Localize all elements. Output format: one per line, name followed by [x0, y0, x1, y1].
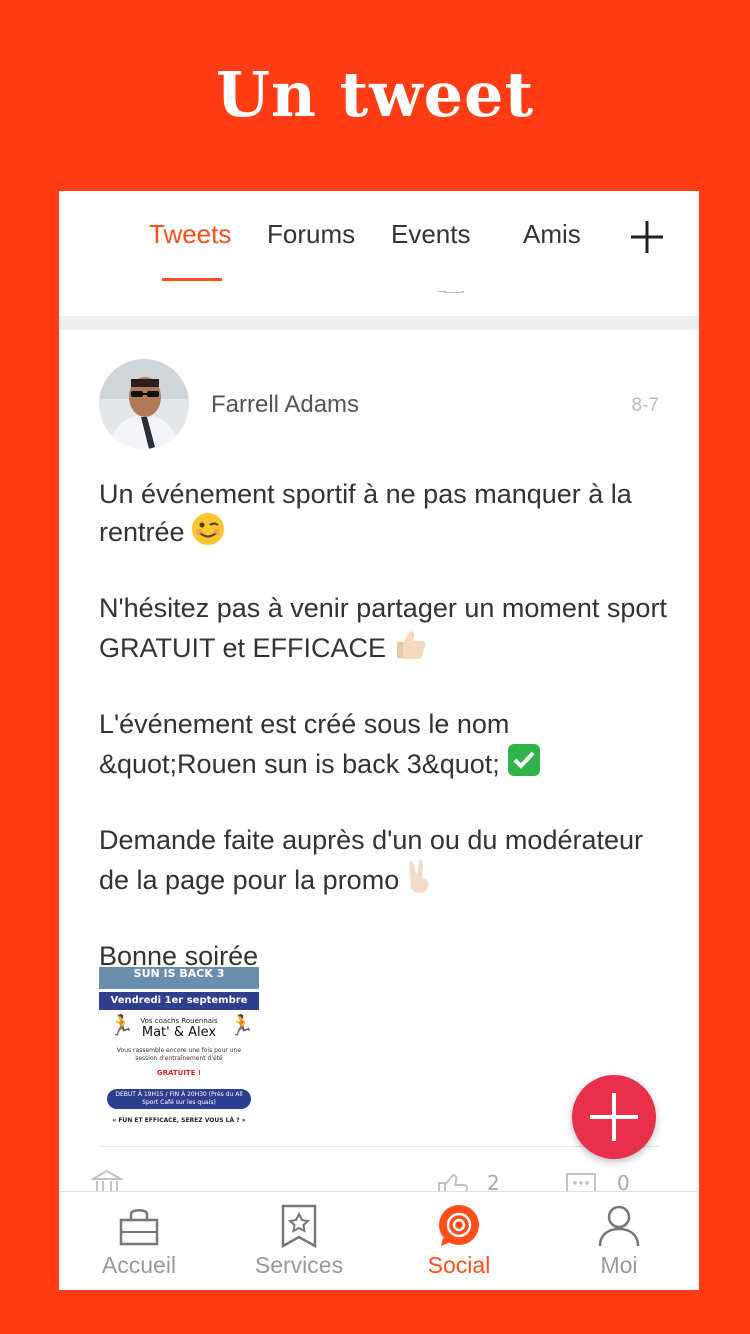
nav-services[interactable]: Services	[219, 1192, 379, 1290]
wink-emoji	[191, 512, 225, 555]
image-coach-text: Vos coachs Rouennais	[140, 1017, 218, 1025]
person-icon	[598, 1205, 640, 1247]
nav-accueil[interactable]: Accueil	[59, 1192, 219, 1290]
top-tab-bar: Tweets Forums Events Amis	[59, 191, 699, 291]
nav-moi[interactable]: Moi	[539, 1192, 699, 1290]
image-names: Mat' & Alex	[141, 1025, 217, 1040]
thumbs-up-emoji	[392, 626, 428, 671]
post-paragraph: Demande faite auprès d'un ou du modérate…	[99, 822, 669, 903]
nav-label: Moi	[600, 1252, 638, 1278]
tab-tweets[interactable]: Tweets	[149, 219, 231, 250]
app-screen: Tweets Forums Events Amis 2 1	[59, 191, 699, 1290]
post-paragraph: Un événement sportif à ne pas manquer à …	[99, 476, 669, 555]
post-date: 8-7	[631, 395, 659, 416]
post-paragraph: L'événement est créé sous le nom &quot;R…	[99, 706, 669, 787]
image-date-band: Vendredi 1er septembre	[99, 992, 259, 1010]
bag-icon	[119, 1209, 159, 1246]
nav-label: Services	[254, 1252, 344, 1278]
bottom-navigation: Accueil Services Social Moi	[59, 1191, 699, 1290]
avatar[interactable]	[99, 359, 189, 449]
plus-icon	[590, 1093, 638, 1141]
post-separator	[59, 316, 699, 330]
image-time-pill: DEBUT À 19H15 / FIN À 20H30 (Près du All…	[107, 1089, 251, 1109]
tab-events[interactable]: Events	[391, 219, 471, 250]
nav-label: Social	[427, 1252, 491, 1278]
image-strip-title: SUN IS BACK 3	[133, 967, 225, 980]
active-tab-indicator	[162, 278, 222, 281]
image-free-label: GRATUITE !	[156, 1069, 202, 1077]
check-mark-emoji	[506, 742, 542, 787]
post-image[interactable]: SUN IS BACK 3 Vendredi 1er septembre 🏃 🏃…	[99, 967, 259, 1133]
image-slogan: « FUN ET EFFICACE, SEREZ VOUS LÀ ? »	[112, 1117, 246, 1124]
social-bubble-icon	[439, 1205, 479, 1246]
post-body: Un événement sportif à ne pas manquer à …	[99, 476, 669, 1009]
star-badge-icon	[281, 1204, 317, 1248]
new-post-button[interactable]	[572, 1075, 656, 1159]
nav-label: Accueil	[101, 1252, 177, 1278]
post-paragraph: N'hésitez pas à venir partager un moment…	[99, 590, 669, 671]
tab-forums[interactable]: Forums	[267, 219, 355, 250]
add-icon[interactable]	[627, 217, 667, 257]
nav-social[interactable]: Social	[379, 1192, 539, 1290]
headline: Un tweet	[215, 58, 535, 131]
victory-hand-emoji	[405, 858, 435, 903]
author-name[interactable]: Farrell Adams	[211, 391, 359, 419]
image-description: Vous rassemble encore une fois pour une …	[116, 1047, 242, 1062]
tab-amis[interactable]: Amis	[523, 219, 581, 250]
